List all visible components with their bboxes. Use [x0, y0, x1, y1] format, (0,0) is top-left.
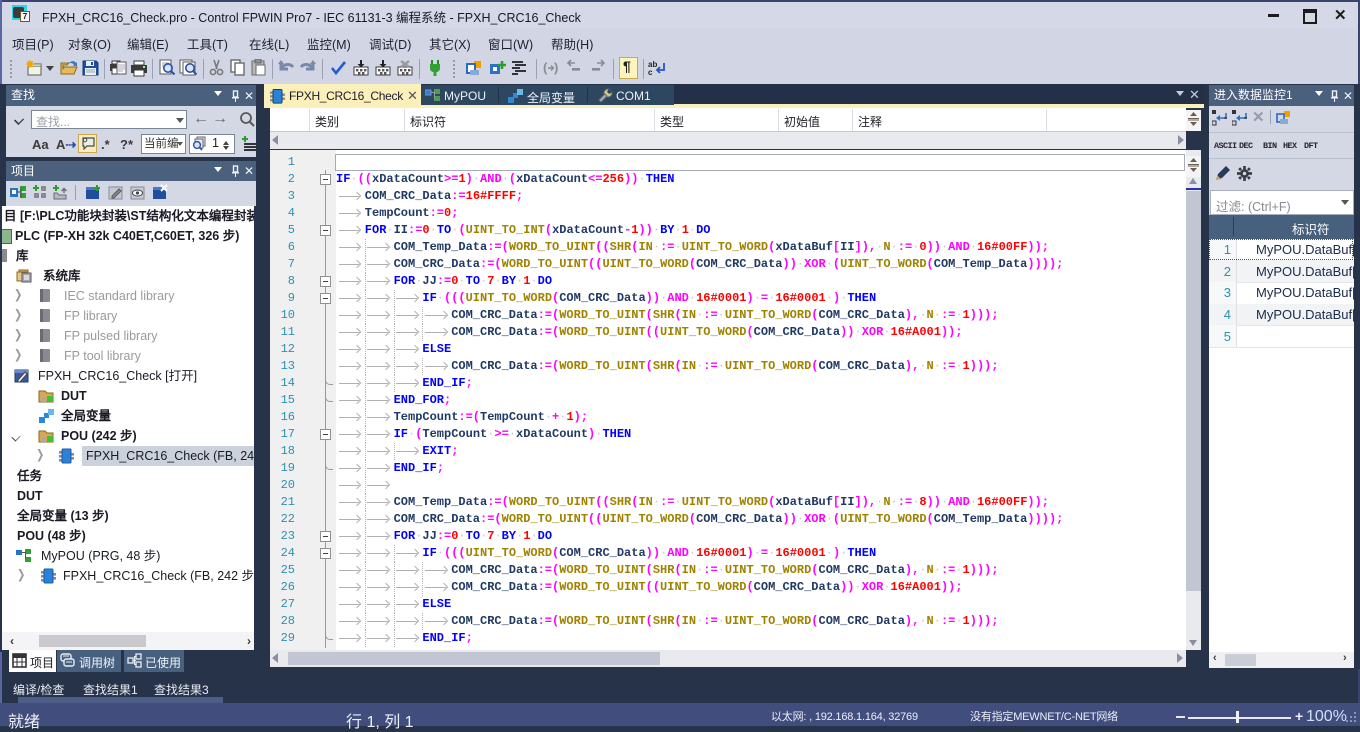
svg-text:c: c — [648, 68, 653, 77]
svg-text:(: ( — [543, 60, 548, 75]
svg-text:): ) — [554, 60, 558, 75]
